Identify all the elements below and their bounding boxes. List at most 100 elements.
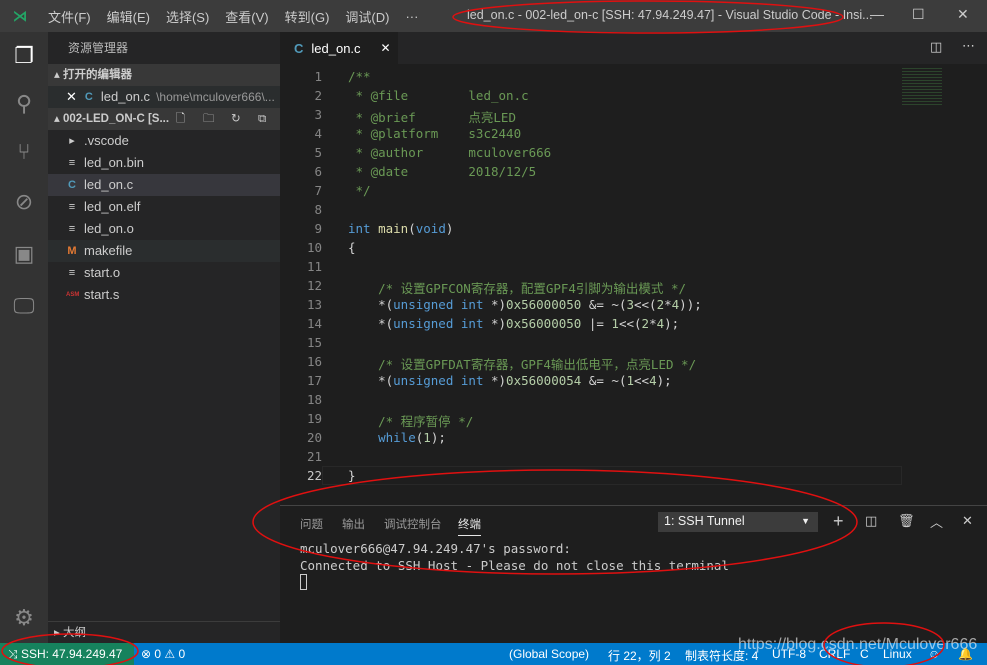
remote-indicator[interactable]: ⤨ SSH: 47.94.249.47 — [0, 643, 134, 665]
file-item[interactable]: Cled_on.c — [48, 174, 280, 196]
kill-terminal-icon[interactable]: 🗑 — [898, 513, 915, 529]
code-token: ( — [408, 221, 416, 236]
refresh-icon[interactable]: ↻ — [231, 108, 241, 130]
cursor-position[interactable]: 行 22，列 2 — [608, 647, 671, 664]
code-token: unsigned int — [393, 373, 484, 388]
close-panel-icon[interactable]: ✕ — [962, 513, 973, 529]
project-section[interactable]: ▴ 002-LED_ON-C [S... 🗋 🗀 ↻ ⧉ — [48, 108, 280, 130]
code-line: * @brief 点亮LED — [348, 107, 516, 126]
menu-selection[interactable]: 选择(S) — [158, 7, 217, 26]
code-line: */ — [348, 183, 371, 198]
more-actions-icon[interactable]: ⋯ — [962, 38, 975, 54]
line-number: 5 — [314, 145, 322, 160]
activity-bar: ❐ ⚲ ⑂ ⊘ ▣ 🖵 ⚙ — [0, 32, 48, 643]
code-line: * @date 2018/12/5 — [348, 164, 537, 179]
settings-gear-icon[interactable]: ⚙ — [0, 594, 48, 642]
terminal-select-value: 1: SSH Tunnel — [664, 514, 745, 528]
tab-led-on-c[interactable]: C led_on.c ✕ — [280, 32, 398, 64]
line-number: 12 — [306, 278, 322, 293]
tab-terminal[interactable]: 终端 — [458, 516, 481, 536]
explorer-icon[interactable]: ❐ — [0, 32, 48, 80]
file-item[interactable]: ≡ led_on.elf — [48, 196, 280, 218]
code-token: 0x56000050 — [506, 297, 582, 312]
error-count: 0 — [154, 647, 162, 661]
line-number: 3 — [314, 107, 322, 122]
code-token: * — [649, 316, 657, 331]
new-folder-icon[interactable]: 🗀 — [203, 108, 215, 130]
maximize-button[interactable]: ☐ — [912, 6, 925, 23]
line-number: 16 — [306, 354, 322, 369]
line-number: 21 — [306, 449, 322, 464]
extensions-icon[interactable]: ▣ — [0, 230, 48, 278]
terminal-select[interactable]: 1: SSH Tunnel ▼ — [658, 512, 818, 532]
outline-label: 大纲 — [62, 627, 86, 639]
file-item[interactable]: ▸ .vscode — [48, 130, 280, 152]
code-token: { — [348, 240, 356, 255]
new-terminal-icon[interactable]: + — [833, 511, 844, 532]
maximize-panel-icon[interactable]: ︿ — [930, 512, 943, 531]
code-line: * @platform s3c2440 — [348, 126, 522, 141]
code-token: 3 — [626, 297, 634, 312]
line-number: 11 — [306, 259, 322, 274]
split-terminal-icon[interactable]: ◫ — [865, 513, 877, 529]
close-window-button[interactable]: ✕ — [957, 6, 969, 23]
open-editors-section[interactable]: ▴ 打开的编辑器 — [48, 64, 280, 86]
code-token: *) — [483, 316, 507, 331]
file-item[interactable]: Mmakefile — [48, 240, 280, 262]
open-editor-item[interactable]: ✕ C led_on.c \home\mculover666\... — [48, 86, 280, 108]
search-icon[interactable]: ⚲ — [0, 80, 48, 128]
m-icon: M — [67, 245, 77, 257]
c-file-icon: C — [84, 91, 93, 103]
collapse-all-icon[interactable]: ⧉ — [258, 108, 266, 130]
menu-edit[interactable]: 编辑(E) — [99, 7, 158, 26]
close-icon[interactable]: ✕ — [66, 86, 77, 108]
lines-icon: ≡ — [68, 223, 76, 235]
menu-file[interactable]: 文件(F) — [40, 7, 99, 26]
code-token: &= ~( — [581, 297, 627, 312]
menu-debug[interactable]: 调试(D) — [337, 7, 397, 26]
source-control-icon[interactable]: ⑂ — [0, 128, 48, 176]
tab-output[interactable]: 输出 — [342, 516, 365, 532]
file-name: led_on.o — [84, 221, 134, 236]
code-line: /** — [348, 69, 371, 84]
explorer-title: 资源管理器 — [68, 41, 129, 55]
outline-section[interactable]: ▸ 大纲 — [48, 621, 280, 643]
file-item[interactable]: ASM start.s — [48, 284, 280, 306]
menu-view[interactable]: 查看(V) — [217, 7, 276, 26]
line-number: 18 — [306, 392, 322, 407]
line-number: 7 — [314, 183, 322, 198]
problems-indicator[interactable]: ⊗ 0 ⚠ 0 — [141, 647, 185, 661]
minimize-button[interactable]: — — [870, 6, 884, 22]
code-token: 4 — [649, 373, 657, 388]
debug-icon[interactable]: ⊘ — [0, 178, 48, 226]
code-editor[interactable]: 1/** 2 * @file led_on.c 3 * @brief 点亮LED 4 … — [280, 64, 987, 505]
tab-problems[interactable]: 问题 — [300, 516, 323, 532]
code-token: ); — [430, 430, 446, 445]
code-token: 1 — [626, 373, 634, 388]
new-file-icon[interactable]: 🗋 — [176, 108, 185, 130]
scope-indicator[interactable]: (Global Scope) — [509, 647, 589, 661]
split-editor-icon[interactable]: ◫ — [930, 39, 942, 55]
file-name: led_on.bin — [84, 155, 144, 170]
minimap[interactable] — [902, 66, 942, 106]
remote-explorer-icon[interactable]: 🖵 — [0, 282, 48, 330]
file-item[interactable]: ≡ led_on.o — [48, 218, 280, 240]
code-token: 1 — [611, 316, 619, 331]
code-token: 1 — [423, 430, 431, 445]
file-item[interactable]: ≡ led_on.bin — [48, 152, 280, 174]
menu-go[interactable]: 转到(G) — [277, 7, 338, 26]
code-line: while(1); — [348, 430, 446, 445]
chevron-right-icon: ▸ — [69, 135, 75, 147]
code-token: )); — [679, 297, 702, 312]
menu-more[interactable]: ··· — [397, 9, 426, 24]
code-line: /* 设置GPFDAT寄存器，GPF4输出低电平，点亮LED */ — [348, 354, 696, 373]
tab-debug-console[interactable]: 调试控制台 — [384, 516, 442, 532]
close-tab-icon[interactable]: ✕ — [381, 41, 391, 55]
file-item[interactable]: ≡ start.o — [48, 262, 280, 284]
code-token: unsigned int — [393, 297, 484, 312]
code-token: ); — [664, 316, 680, 331]
code-line: *(unsigned int *)0x56000050 |= 1<<(2*4); — [348, 316, 679, 331]
line-number: 1 — [314, 69, 322, 84]
